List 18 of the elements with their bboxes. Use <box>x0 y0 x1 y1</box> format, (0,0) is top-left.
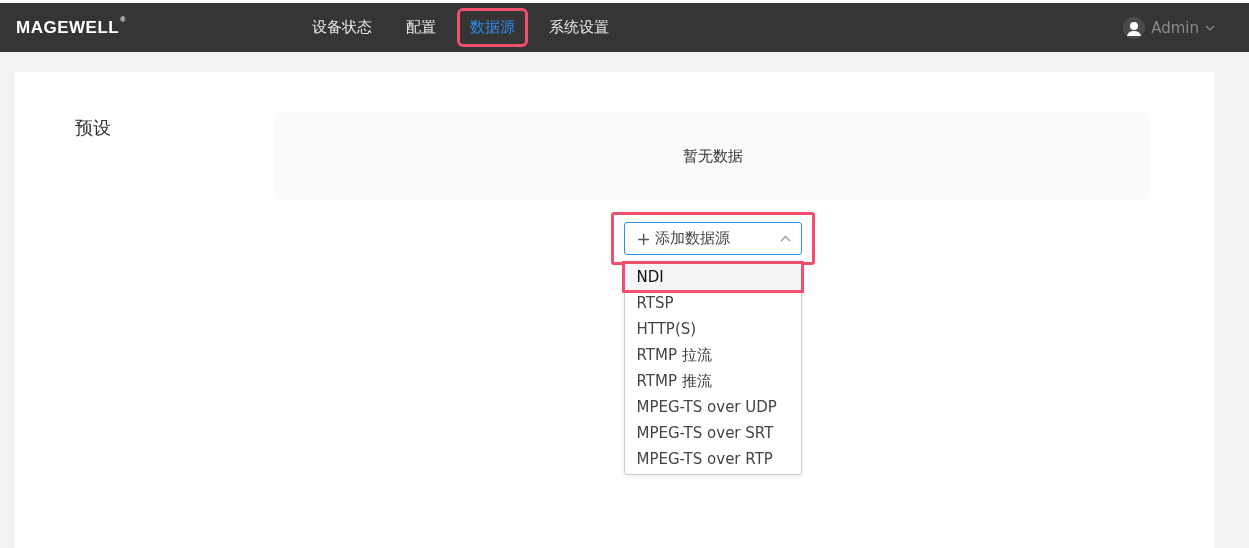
empty-text: 暂无数据 <box>682 146 743 166</box>
chevron-down-icon[interactable] <box>1205 24 1215 31</box>
user-name[interactable]: Admin <box>1151 18 1199 37</box>
dropdown-option[interactable]: RTMP 推流 <box>624 368 801 394</box>
dropdown-option[interactable]: HTTP(S) <box>624 316 801 342</box>
dropdown-option[interactable]: MPEG-TS over UDP <box>624 394 801 420</box>
nav-tab[interactable]: 配置 <box>396 11 446 44</box>
chevron-up-icon <box>779 235 791 242</box>
nav-tab[interactable]: 系统设置 <box>539 11 619 44</box>
nav-tab[interactable]: 设备状态 <box>302 11 382 44</box>
nav-tab[interactable]: 数据源 <box>460 11 525 44</box>
dropdown-option[interactable]: MPEG-TS over SRT <box>624 420 801 446</box>
dropdown-option[interactable]: MPEG-TS over RTP <box>624 446 801 472</box>
user-avatar-icon[interactable] <box>1123 16 1146 39</box>
add-source-select[interactable]: + 添加数据源 <box>623 222 802 255</box>
dropdown-option[interactable]: RTMP 拉流 <box>624 342 801 368</box>
section-label: 预设 <box>75 116 112 140</box>
dropdown-option[interactable]: NDI <box>624 264 801 290</box>
